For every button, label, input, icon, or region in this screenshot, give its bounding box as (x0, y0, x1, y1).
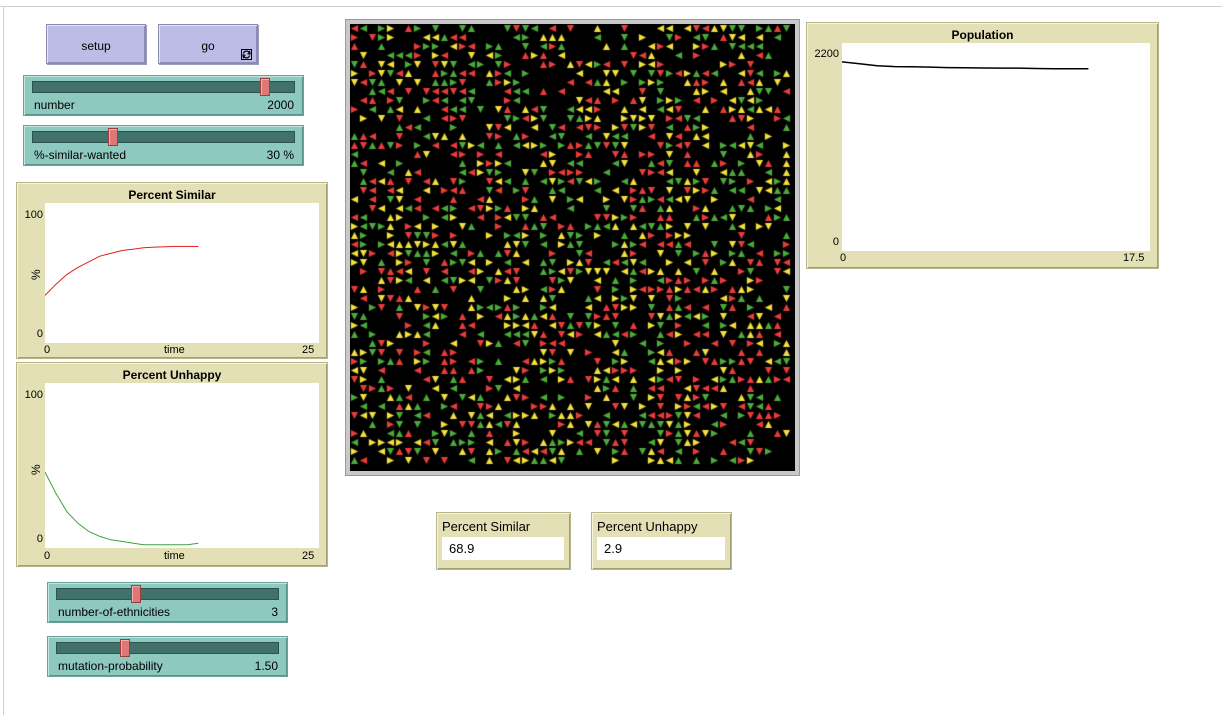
percent-unhappy-plot-canvas (45, 471, 199, 546)
number-of-ethnicities-slider-track[interactable] (56, 588, 279, 600)
number-slider[interactable]: number 2000 (23, 75, 304, 116)
percent-similar-plot-ylabel: % (29, 269, 43, 280)
mutation-probability-slider-name: mutation-probability (58, 659, 163, 673)
similar-wanted-slider-name: %-similar-wanted (34, 148, 127, 162)
number-slider-knob[interactable] (259, 78, 270, 96)
percent-similar-plot-xmin: 0 (44, 344, 51, 356)
population-plot-xmin: 0 (840, 252, 847, 264)
percent-unhappy-plot-ymin: 0 (36, 533, 43, 545)
number-slider-track[interactable] (32, 81, 295, 93)
similar-wanted-slider-knob[interactable] (107, 128, 118, 146)
go-button[interactable]: go (158, 24, 258, 64)
window-left-edge (0, 6, 4, 715)
percent-unhappy-plot-ymax: 100 (24, 389, 43, 401)
percent-unhappy-series-line (45, 471, 199, 546)
similar-wanted-slider[interactable]: %-similar-wanted 30 % (23, 125, 304, 166)
percent-similar-series-line (45, 245, 199, 296)
percent-similar-plot-canvas (45, 245, 199, 296)
forever-arrows-icon (241, 49, 252, 60)
percent-unhappy-plot: Percent Unhappy 100 0 % 0 time 25 (16, 362, 328, 567)
percent-similar-plot-xlabel: time (164, 344, 185, 356)
population-plot-xmax: 17.5 (1123, 252, 1145, 264)
mutation-probability-slider[interactable]: mutation-probability 1.50 (47, 636, 288, 677)
percent-similar-plot: Percent Similar 100 0 % 0 time 25 (16, 182, 328, 359)
population-plot: Population 2200 0 0 17.5 (806, 22, 1159, 269)
number-of-ethnicities-slider-knob[interactable] (130, 585, 141, 603)
percent-unhappy-plot-xmax: 25 (302, 550, 315, 562)
percent-unhappy-plot-ylabel: % (29, 464, 43, 475)
percent-similar-monitor-value: 68.9 (449, 541, 475, 556)
percent-similar-monitor-label: Percent Similar (442, 519, 531, 534)
setup-button[interactable]: setup (46, 24, 146, 64)
similar-wanted-slider-value: 30 % (266, 148, 294, 162)
population-plot-area (842, 43, 1150, 251)
number-of-ethnicities-slider[interactable]: number-of-ethnicities 3 (47, 582, 288, 623)
number-slider-name: number (34, 98, 75, 112)
percent-unhappy-monitor-label: Percent Unhappy (597, 519, 698, 534)
mutation-probability-slider-knob[interactable] (119, 639, 130, 657)
population-series-line (842, 61, 1089, 70)
percent-similar-plot-title: Percent Similar (128, 188, 216, 202)
percent-similar-plot-xmax: 25 (302, 344, 315, 356)
percent-similar-monitor-box: 68.9 (442, 537, 564, 560)
number-slider-value: 2000 (267, 98, 294, 112)
window-top-edge (0, 0, 1222, 7)
population-plot-ymax: 2200 (814, 48, 839, 60)
mutation-probability-slider-track[interactable] (56, 642, 279, 654)
percent-unhappy-plot-area (45, 383, 319, 548)
percent-unhappy-monitor: Percent Unhappy 2.9 (591, 512, 732, 570)
number-of-ethnicities-slider-name: number-of-ethnicities (58, 605, 171, 619)
setup-button-label: setup (81, 39, 111, 53)
percent-unhappy-plot-title: Percent Unhappy (122, 368, 222, 382)
similar-wanted-slider-track[interactable] (32, 131, 295, 143)
percent-similar-plot-ymax: 100 (24, 209, 43, 221)
world-view[interactable] (345, 19, 800, 476)
percent-unhappy-monitor-value: 2.9 (604, 541, 623, 556)
percent-unhappy-plot-xmin: 0 (44, 550, 51, 562)
percent-similar-plot-area (45, 203, 319, 343)
mutation-probability-slider-value: 1.50 (254, 659, 278, 673)
population-plot-ymin: 0 (832, 236, 839, 248)
percent-similar-monitor: Percent Similar 68.9 (436, 512, 571, 570)
number-of-ethnicities-slider-value: 3 (271, 605, 278, 619)
population-plot-canvas (842, 61, 1089, 70)
percent-similar-plot-ymin: 0 (36, 328, 43, 340)
world-canvas[interactable] (350, 24, 795, 471)
percent-unhappy-monitor-box: 2.9 (597, 537, 725, 560)
population-plot-title: Population (951, 28, 1014, 42)
percent-unhappy-plot-xlabel: time (164, 550, 185, 562)
